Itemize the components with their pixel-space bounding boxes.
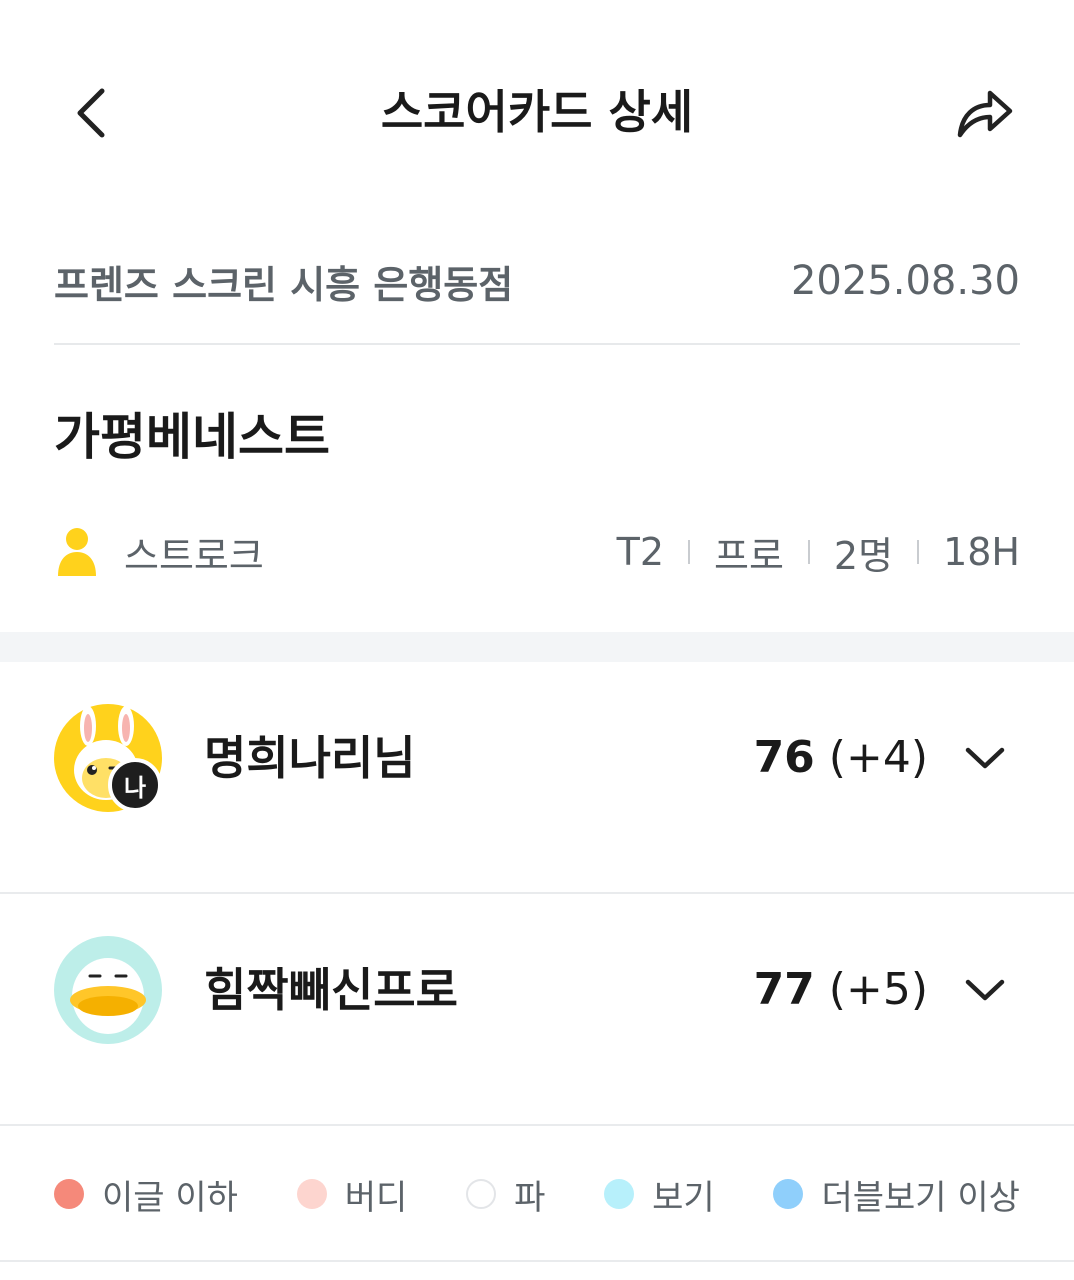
- legend-item-par: 파: [466, 1170, 545, 1219]
- meta-separator: [917, 540, 920, 564]
- score-to-par: (+5): [828, 964, 928, 1015]
- share-arrow-icon: [957, 90, 1013, 138]
- divider: [0, 1260, 1074, 1262]
- score-to-par: (+4): [828, 732, 928, 783]
- player-row[interactable]: 나 명희나리님 76 (+4): [0, 662, 1074, 892]
- round-meta-row: 스트로크 T2 프로 2명 18H: [54, 522, 1020, 582]
- game-mode: 스트로크: [124, 533, 264, 578]
- meta-separator: [688, 540, 690, 564]
- player-row[interactable]: 힘짝빼신프로 77 (+5): [0, 894, 1074, 1124]
- page-title: 스코어카드 상세: [380, 85, 694, 139]
- score-legend: 이글 이하 버디 파 보기 더블보기 이상: [54, 1164, 1020, 1224]
- meta-separator: [807, 540, 810, 564]
- round-info-row: 프렌즈 스크린 시흥 은행동점 2025.08.30: [54, 250, 1020, 312]
- avatar: 나: [54, 704, 162, 812]
- legend-dot: [296, 1179, 327, 1209]
- legend-label: 보기: [652, 1177, 715, 1218]
- player-count: 2명: [833, 533, 894, 578]
- player-score: 76 (+4): [754, 728, 928, 788]
- holes-count: 18H: [943, 530, 1020, 574]
- venue-name: 프렌즈 스크린 시흥 은행동점: [54, 262, 514, 307]
- total-strokes: 77: [753, 964, 815, 1015]
- player-name: 힘짝빼신프로: [204, 963, 458, 1017]
- legend-label: 더블보기 이상: [821, 1177, 1020, 1218]
- legend-dot: [466, 1179, 497, 1209]
- share-button[interactable]: [946, 78, 1022, 148]
- course-name: 가평베네스트: [54, 408, 330, 466]
- legend-item-double-bogey: 더블보기 이상: [773, 1170, 1020, 1219]
- legend-dot: [773, 1179, 804, 1209]
- level-info: 프로: [714, 533, 784, 578]
- person-icon: [58, 528, 96, 576]
- round-date: 2025.08.30: [790, 258, 1020, 304]
- me-badge: 나: [108, 758, 162, 812]
- legend-label: 파: [514, 1177, 546, 1218]
- top-bar: 스코어카드 상세: [0, 40, 1074, 180]
- duck-character-icon: [54, 936, 162, 1044]
- legend-dot: [604, 1179, 635, 1209]
- player-score: 77 (+5): [754, 960, 928, 1020]
- total-strokes: 76: [753, 732, 815, 783]
- divider: [54, 343, 1020, 345]
- divider: [0, 1124, 1074, 1126]
- avatar: [54, 936, 162, 1044]
- legend-item-bogey: 보기: [604, 1170, 715, 1219]
- player-name: 명희나리님: [204, 731, 416, 785]
- legend-item-birdie: 버디: [296, 1170, 408, 1219]
- chevron-down-icon[interactable]: [958, 738, 1012, 778]
- legend-label: 이글 이하: [102, 1177, 238, 1218]
- tee-info: T2: [616, 530, 664, 574]
- legend-item-eagle: 이글 이하: [54, 1170, 238, 1219]
- legend-dot: [54, 1179, 84, 1209]
- section-spacer: [0, 632, 1074, 662]
- chevron-down-icon[interactable]: [958, 970, 1012, 1010]
- legend-label: 버디: [344, 1177, 408, 1218]
